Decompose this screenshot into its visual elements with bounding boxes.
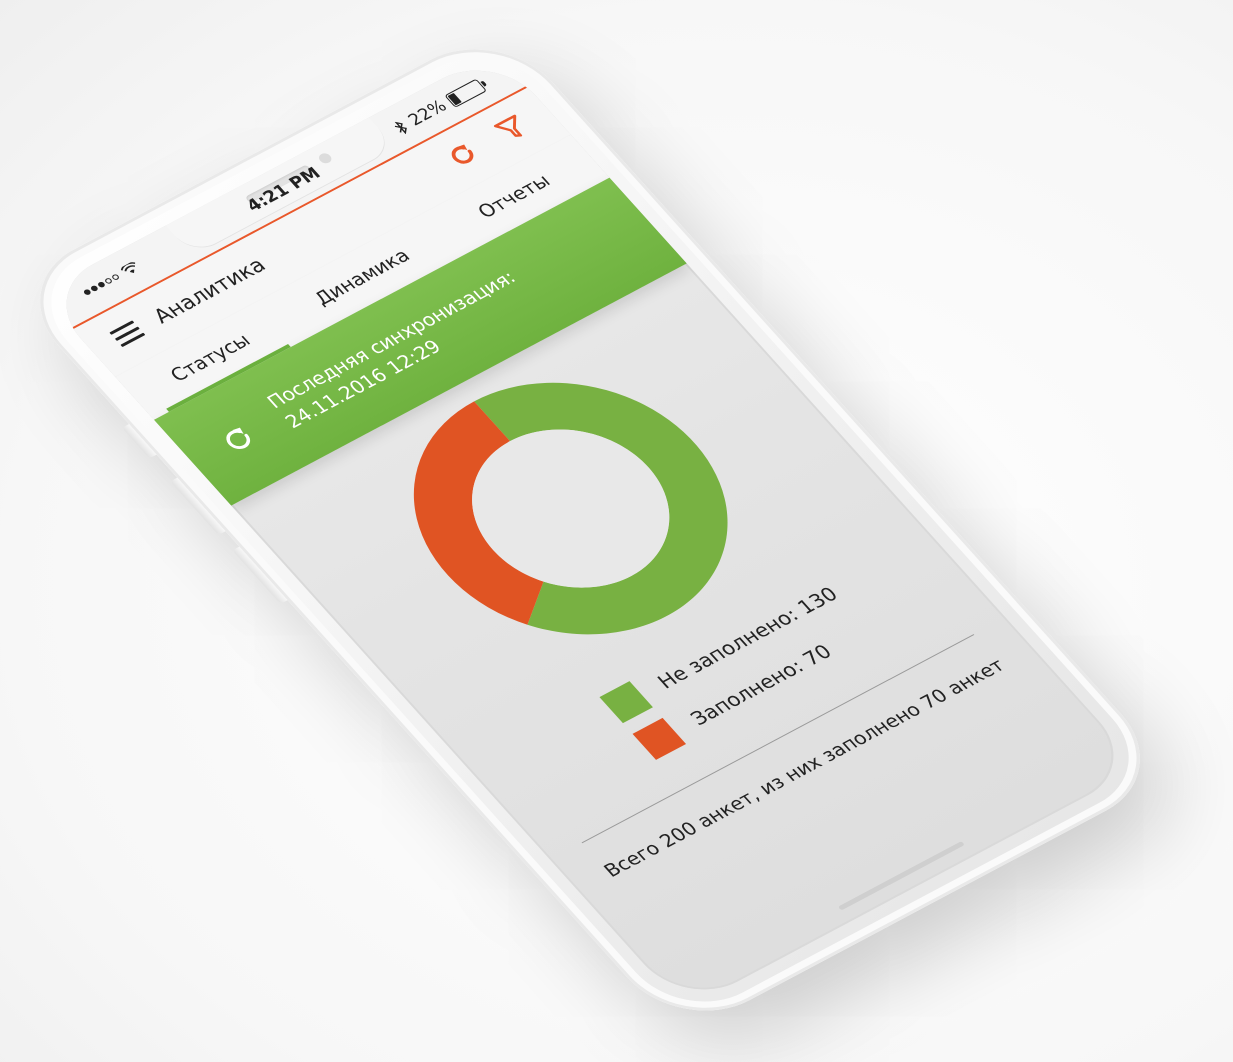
battery-level <box>447 92 463 106</box>
refresh-icon <box>451 144 474 164</box>
mute-switch <box>121 424 157 459</box>
refresh-button[interactable] <box>439 136 486 173</box>
home-indicator <box>837 841 965 911</box>
status-signal <box>81 261 142 298</box>
filter-icon <box>493 114 523 137</box>
sync-icon <box>226 427 251 449</box>
battery-icon <box>444 78 488 108</box>
legend-swatch-filled <box>632 717 687 760</box>
legend-swatch-unfilled <box>599 681 653 724</box>
signal-dots-icon <box>82 273 121 296</box>
front-camera <box>316 151 334 166</box>
wifi-icon <box>120 262 136 273</box>
menu-icon[interactable] <box>109 320 146 348</box>
filter-button[interactable] <box>488 110 535 147</box>
phone-screen: 4:21 PM 22% Аналитика Статусы Динамика О… <box>39 50 1141 1010</box>
battery-percent: 22% <box>404 96 452 130</box>
phone-frame: 4:21 PM 22% Аналитика Статусы Динамика О… <box>4 23 1176 1037</box>
bluetooth-icon <box>394 121 408 135</box>
photo-background: 4:21 PM 22% Аналитика Статусы Динамика О… <box>0 0 1233 1062</box>
